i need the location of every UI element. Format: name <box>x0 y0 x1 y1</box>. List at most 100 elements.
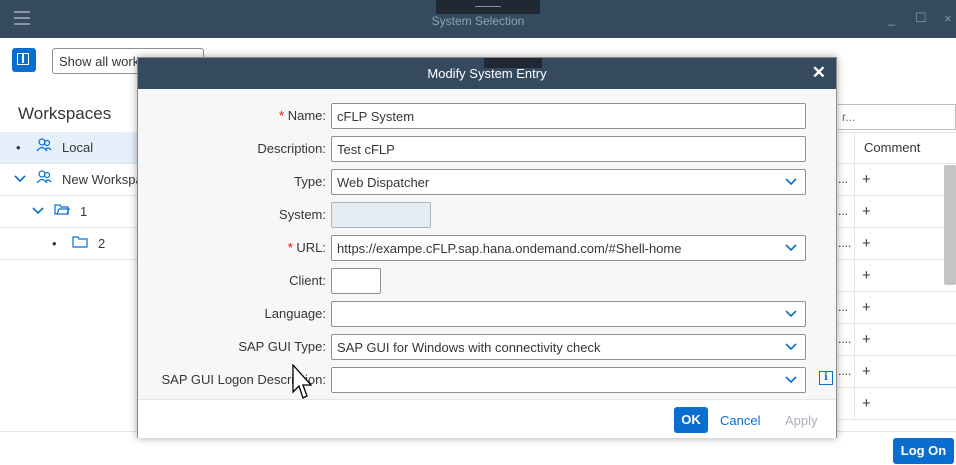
sapgui-logon-select[interactable] <box>331 367 806 393</box>
drag-handle[interactable] <box>436 0 540 14</box>
chevron-down-icon[interactable] <box>785 173 797 192</box>
chevron-down-icon[interactable] <box>32 196 44 227</box>
client-row: Client: <box>138 268 836 294</box>
cancel-button[interactable]: Cancel <box>720 413 760 428</box>
add-comment-icon[interactable]: + <box>862 331 871 348</box>
description-input[interactable]: Test cFLP <box>331 136 806 162</box>
window-title-bar: System Selection _ ☐ × <box>0 0 956 38</box>
minimize-icon[interactable]: _ <box>888 11 895 26</box>
add-comment-icon[interactable]: + <box>862 267 871 284</box>
chevron-down-icon[interactable] <box>785 371 797 390</box>
window-title: System Selection <box>431 14 525 28</box>
add-comment-icon[interactable]: + <box>862 235 871 252</box>
tree-item-folder-1[interactable]: 1 <box>0 196 140 228</box>
url-label: * URL: <box>288 240 326 255</box>
table-row[interactable]: ... + <box>838 164 956 196</box>
sapgui-type-value: SAP GUI for Windows with connectivity ch… <box>337 340 601 355</box>
dialog-form: * Name: cFLP System Description: Test cF… <box>138 89 836 399</box>
url-combobox[interactable]: https://exampe.cFLP.sap.hana.ondemand.co… <box>331 235 806 261</box>
url-label-text: URL: <box>296 240 326 255</box>
table-header-row: Comment <box>838 132 956 164</box>
table-row[interactable]: ... + <box>838 196 956 228</box>
required-marker: * <box>279 108 285 123</box>
table-row[interactable]: .... + <box>838 356 956 388</box>
ellipsis-text: .... <box>838 364 852 378</box>
info-icon[interactable]: i <box>819 371 833 385</box>
column-header-comment[interactable]: Comment <box>864 140 920 155</box>
add-comment-icon[interactable]: + <box>862 203 871 220</box>
client-input[interactable] <box>331 268 381 294</box>
language-select[interactable] <box>331 301 806 327</box>
column-divider <box>854 388 855 419</box>
table-row[interactable]: ... + <box>838 292 956 324</box>
ellipsis-text: ... <box>838 204 849 218</box>
folder-icon <box>72 228 88 259</box>
type-value: Web Dispatcher <box>337 175 430 190</box>
ellipsis-text: .... <box>838 236 852 250</box>
tree-item-new-workspace[interactable]: New Workspace <box>0 164 140 196</box>
table-row[interactable]: + <box>838 388 956 420</box>
workspaces-heading: Workspaces <box>18 104 112 123</box>
group-icon <box>36 132 52 163</box>
vertical-scrollbar[interactable] <box>944 165 956 285</box>
tree-item-label: 1 <box>80 204 88 219</box>
maximize-icon[interactable]: ☐ <box>915 10 927 26</box>
dialog-footer: OK Cancel Apply <box>138 399 836 438</box>
table-row[interactable]: + <box>838 260 956 292</box>
description-label: Description: <box>257 141 326 156</box>
apply-button[interactable]: Apply <box>785 413 818 428</box>
sapgui-type-label: SAP GUI Type: <box>238 339 326 354</box>
description-row: Description: Test cFLP <box>138 136 836 162</box>
column-divider <box>854 133 855 164</box>
bullet-icon: • <box>16 140 21 155</box>
systems-table: Comment ... + ... + .... + + ... + .... + ...… <box>838 132 956 420</box>
close-icon[interactable]: ✕ <box>812 63 826 83</box>
dialog-header: Modify System Entry ✕ <box>138 58 836 89</box>
sapgui-logon-row: SAP GUI Logon Description: i <box>138 367 836 393</box>
system-row: System: <box>138 202 836 228</box>
table-row[interactable]: .... + <box>838 324 956 356</box>
chevron-down-icon[interactable] <box>14 164 26 195</box>
ellipsis-text: .... <box>838 332 852 346</box>
search-input[interactable]: r... <box>838 104 956 130</box>
chevron-down-icon[interactable] <box>785 239 797 258</box>
language-label: Language: <box>264 306 326 321</box>
close-icon[interactable]: × <box>944 11 952 26</box>
tree-item-folder-2[interactable]: • 2 <box>0 228 140 260</box>
add-comment-icon[interactable]: + <box>862 395 871 412</box>
name-input[interactable]: cFLP System <box>331 103 806 129</box>
client-label: Client: <box>289 273 326 288</box>
type-row: Type: Web Dispatcher <box>138 169 836 195</box>
name-row: * Name: cFLP System <box>138 103 836 129</box>
system-input <box>331 202 431 228</box>
ok-button[interactable]: OK <box>674 407 708 433</box>
column-divider <box>854 356 855 387</box>
ellipsis-text: ... <box>838 300 849 314</box>
type-select[interactable]: Web Dispatcher <box>331 169 806 195</box>
add-comment-icon[interactable]: + <box>862 299 871 316</box>
toggle-sidebar-button[interactable] <box>12 48 36 72</box>
url-row: * URL: https://exampe.cFLP.sap.hana.onde… <box>138 235 836 261</box>
add-comment-icon[interactable]: + <box>862 363 871 380</box>
dialog-title: Modify System Entry <box>427 66 547 81</box>
modify-system-entry-dialog: Modify System Entry ✕ * Name: cFLP Syste… <box>137 57 837 438</box>
chevron-down-icon[interactable] <box>785 305 797 324</box>
system-label: System: <box>279 207 326 222</box>
tree-item-label: New Workspace <box>62 172 140 187</box>
column-divider <box>854 324 855 355</box>
add-comment-icon[interactable]: + <box>862 171 871 188</box>
bullet-icon: • <box>52 236 57 251</box>
workspace-tree: • Local New Workspace 1 • 2 <box>0 132 140 260</box>
tree-item-label: 2 <box>98 236 106 251</box>
chevron-down-icon[interactable] <box>785 338 797 357</box>
name-label: * Name: <box>279 108 326 123</box>
mouse-cursor-icon <box>292 364 313 399</box>
tree-item-local[interactable]: • Local <box>0 132 140 164</box>
column-divider <box>854 228 855 259</box>
log-on-button[interactable]: Log On <box>893 438 954 464</box>
table-row[interactable]: .... + <box>838 228 956 260</box>
name-label-text: Name: <box>287 108 326 123</box>
sapgui-type-select[interactable]: SAP GUI for Windows with connectivity ch… <box>331 334 806 360</box>
column-divider <box>854 260 855 291</box>
folder-open-icon <box>54 196 70 227</box>
